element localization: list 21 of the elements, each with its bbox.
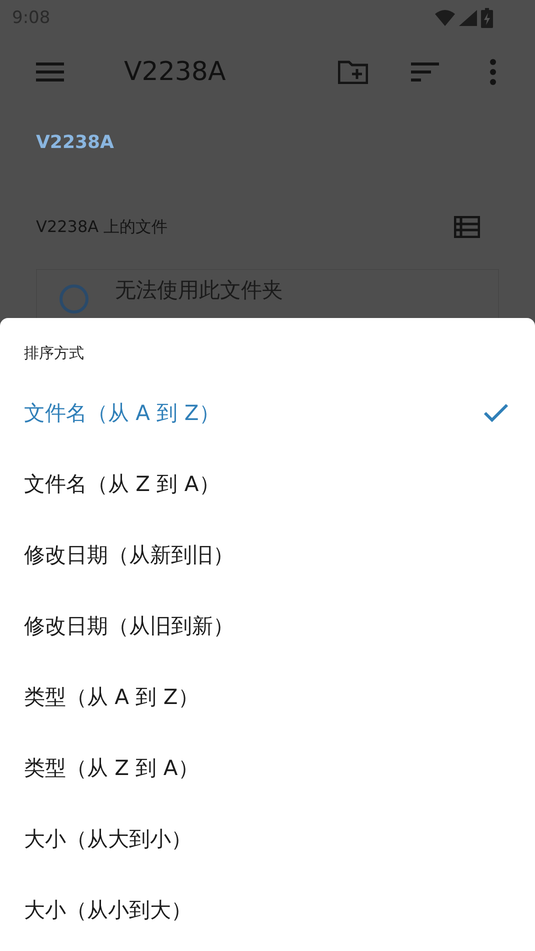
section-title: V2238A 上的文件 xyxy=(36,216,168,238)
sort-option[interactable]: 类型（从 A 到 Z） xyxy=(0,661,535,732)
app-title: V2238A xyxy=(124,57,227,87)
sheet-title: 排序方式 xyxy=(24,344,84,363)
folder-plus-icon xyxy=(338,60,368,84)
sort-option[interactable]: 修改日期（从旧到新） xyxy=(0,590,535,661)
more-icon xyxy=(489,59,497,85)
sort-option[interactable]: 类型（从 Z 到 A） xyxy=(0,732,535,803)
menu-icon xyxy=(36,62,64,82)
list-view-icon xyxy=(454,216,480,238)
sort-icon xyxy=(411,62,439,82)
breadcrumb-link[interactable]: V2238A xyxy=(36,132,114,153)
battery-icon xyxy=(481,8,493,28)
check-icon xyxy=(483,402,509,422)
sort-option[interactable]: 大小（从小到大） xyxy=(0,874,535,945)
sort-option[interactable]: 文件名（从 Z 到 A） xyxy=(0,448,535,519)
signal-icon xyxy=(459,10,477,26)
sort-option[interactable]: 文件名（从 A 到 Z） xyxy=(0,377,535,448)
sort-option[interactable]: 修改日期（从新到旧） xyxy=(0,519,535,590)
sort-option[interactable]: 大小（从大到小） xyxy=(0,803,535,874)
wifi-icon xyxy=(435,10,455,26)
